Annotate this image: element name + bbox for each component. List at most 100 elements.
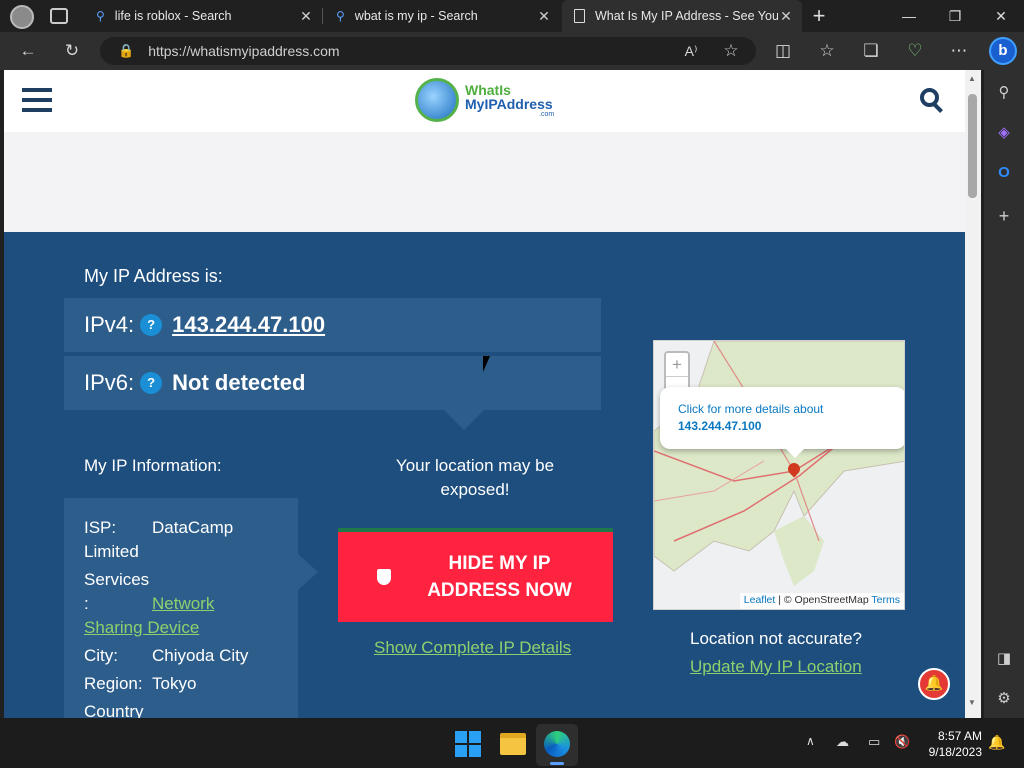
hide-ip-button[interactable]: HIDE MY IP ADDRESS NOW: [338, 528, 613, 622]
collections-icon[interactable]: ❏: [856, 36, 886, 66]
show-details-link[interactable]: Show Complete IP Details: [374, 638, 571, 658]
web-page: WhatIs MyIPAddress .com My IP Address is…: [4, 70, 965, 718]
split-screen-icon[interactable]: ◫: [768, 36, 798, 66]
onedrive-icon[interactable]: ☁: [836, 734, 849, 750]
popup-text: Click for more details about: [678, 402, 824, 416]
edge-taskbar-icon[interactable]: [536, 724, 578, 766]
region-label: Region:: [84, 674, 143, 693]
shield-icon: [376, 569, 391, 585]
map-tiles: [654, 341, 904, 609]
tab-ip-search[interactable]: ⚲ wbat is my ip - Search ✕: [324, 0, 560, 32]
clock-date: 9/18/2023: [928, 745, 982, 759]
ipv4-row: IPv4: ? 143.244.47.100: [64, 298, 601, 352]
location-not-accurate: Location not accurate?: [690, 629, 863, 648]
ip-hero-section: My IP Address is: IPv4: ? 143.244.47.100…: [4, 232, 965, 718]
favorites-icon[interactable]: ☆: [812, 36, 842, 66]
site-logo[interactable]: WhatIs MyIPAddress .com: [415, 78, 565, 126]
close-tab-icon[interactable]: ✕: [778, 8, 794, 25]
ipv6-label: IPv6:: [84, 370, 135, 395]
address-bar[interactable]: 🔒 https://whatismyipaddress.com: [100, 37, 756, 65]
minimize-button[interactable]: —: [886, 0, 932, 32]
tab-actions-icon[interactable]: [50, 8, 68, 24]
start-button[interactable]: [455, 731, 481, 757]
tab-title: What Is My IP Address - See You: [595, 9, 778, 23]
tab-title: life is roblox - Search: [114, 9, 232, 23]
tab-title: wbat is my ip - Search: [354, 9, 478, 23]
profile-avatar[interactable]: [10, 5, 34, 29]
close-tab-icon[interactable]: ✕: [536, 8, 552, 25]
ip-heading: My IP Address is:: [84, 266, 223, 286]
close-window-button[interactable]: ✕: [978, 0, 1024, 32]
ipv6-value: Not detected: [172, 370, 306, 395]
copilot-icon[interactable]: ◈: [990, 118, 1018, 146]
sidebar-toggle-icon[interactable]: ◨: [990, 644, 1018, 672]
popup-ip: 143.244.47.100: [678, 419, 762, 433]
close-tab-icon[interactable]: ✕: [298, 8, 314, 25]
leaflet-link[interactable]: Leaflet: [744, 594, 776, 606]
page-icon: [574, 9, 585, 23]
help-icon[interactable]: ?: [140, 314, 163, 336]
outlook-icon[interactable]: O: [990, 158, 1018, 186]
help-icon[interactable]: ?: [140, 372, 163, 394]
hamburger-menu-icon[interactable]: [22, 88, 52, 112]
city-value: Chiyoda City: [152, 646, 249, 665]
favorite-star-icon[interactable]: ☆: [716, 36, 746, 66]
show-hidden-icons[interactable]: ∧: [806, 734, 815, 748]
terms-link[interactable]: Terms: [871, 594, 900, 606]
page-scrollbar[interactable]: ▲ ▼: [965, 70, 981, 718]
tab-roblox-search[interactable]: ⚲ life is roblox - Search ✕: [84, 0, 322, 32]
speaker-muted-icon[interactable]: 🔇: [894, 734, 910, 750]
notification-bell-button[interactable]: 🔔: [918, 668, 950, 700]
mouse-cursor-icon: [483, 356, 490, 372]
tab-whatismyip[interactable]: What Is My IP Address - See You ✕: [562, 0, 802, 32]
info-heading: My IP Information:: [84, 456, 222, 475]
browser-essentials-icon[interactable]: ♡: [900, 36, 930, 66]
ipv4-value[interactable]: 143.244.47.100: [172, 312, 325, 338]
osm-attribution: | © OpenStreetMap: [778, 594, 869, 606]
country-label: Country: [84, 702, 144, 718]
restore-button[interactable]: ❐: [932, 0, 978, 32]
pointer-triangle: [444, 410, 484, 430]
back-icon[interactable]: ←: [13, 36, 43, 66]
site-header: WhatIs MyIPAddress .com: [4, 70, 965, 132]
update-location-link[interactable]: Update My IP Location: [690, 657, 862, 677]
settings-gear-icon[interactable]: ⚙: [990, 684, 1018, 712]
search-icon[interactable]: [920, 88, 946, 114]
services-link[interactable]: Network: [152, 594, 214, 613]
clock-time: 8:57 AM: [937, 729, 982, 743]
tab-separator: [322, 8, 323, 24]
services-link-cont[interactable]: Sharing Device: [84, 616, 298, 640]
services-label: Services: [84, 570, 150, 589]
more-menu-icon[interactable]: ⋯: [944, 36, 974, 66]
display-icon[interactable]: ▭: [868, 734, 880, 750]
address-url: https://whatismyipaddress.com: [148, 43, 340, 59]
exposed-warning: Your location may be exposed!: [395, 456, 555, 499]
ip-info-box: ISP: DataCamp Limited Services : Network S…: [64, 498, 298, 718]
notifications-bell-icon[interactable]: 🔔: [988, 734, 1005, 751]
map-popup[interactable]: Click for more details about 143.244.47.…: [660, 387, 904, 449]
new-tab-button[interactable]: +: [806, 4, 832, 28]
ad-placeholder: [4, 132, 965, 232]
zoom-in-button[interactable]: +: [666, 353, 688, 377]
map-attribution: Leaflet | © OpenStreetMap Terms: [739, 593, 904, 609]
services-colon: :: [84, 594, 89, 613]
logo-suffix: .com: [539, 111, 555, 118]
refresh-icon[interactable]: ↻: [57, 36, 87, 66]
search-icon: ⚲: [96, 9, 105, 23]
add-sidebar-app-icon[interactable]: +: [990, 202, 1018, 230]
lock-icon: 🔒: [118, 43, 135, 58]
logo-text-line2: MyIPAddress: [465, 96, 553, 112]
isp-value: DataCamp: [152, 518, 234, 537]
scroll-thumb[interactable]: [968, 94, 977, 198]
popup-tip: [786, 449, 804, 458]
file-explorer-icon[interactable]: [500, 733, 526, 755]
read-aloud-icon[interactable]: A⁾: [676, 36, 706, 66]
location-map[interactable]: + − Click for more details about 143.244…: [653, 340, 905, 610]
search-icon[interactable]: ⚲: [990, 78, 1018, 106]
bing-copilot-icon[interactable]: b: [989, 37, 1017, 65]
search-icon: ⚲: [336, 9, 345, 23]
city-label: City:: [84, 646, 118, 665]
hide-ip-label: HIDE MY IP ADDRESS NOW: [427, 553, 572, 601]
ipv4-label: IPv4:: [84, 312, 135, 337]
clock[interactable]: 8:57 AM 9/18/2023: [916, 728, 982, 760]
